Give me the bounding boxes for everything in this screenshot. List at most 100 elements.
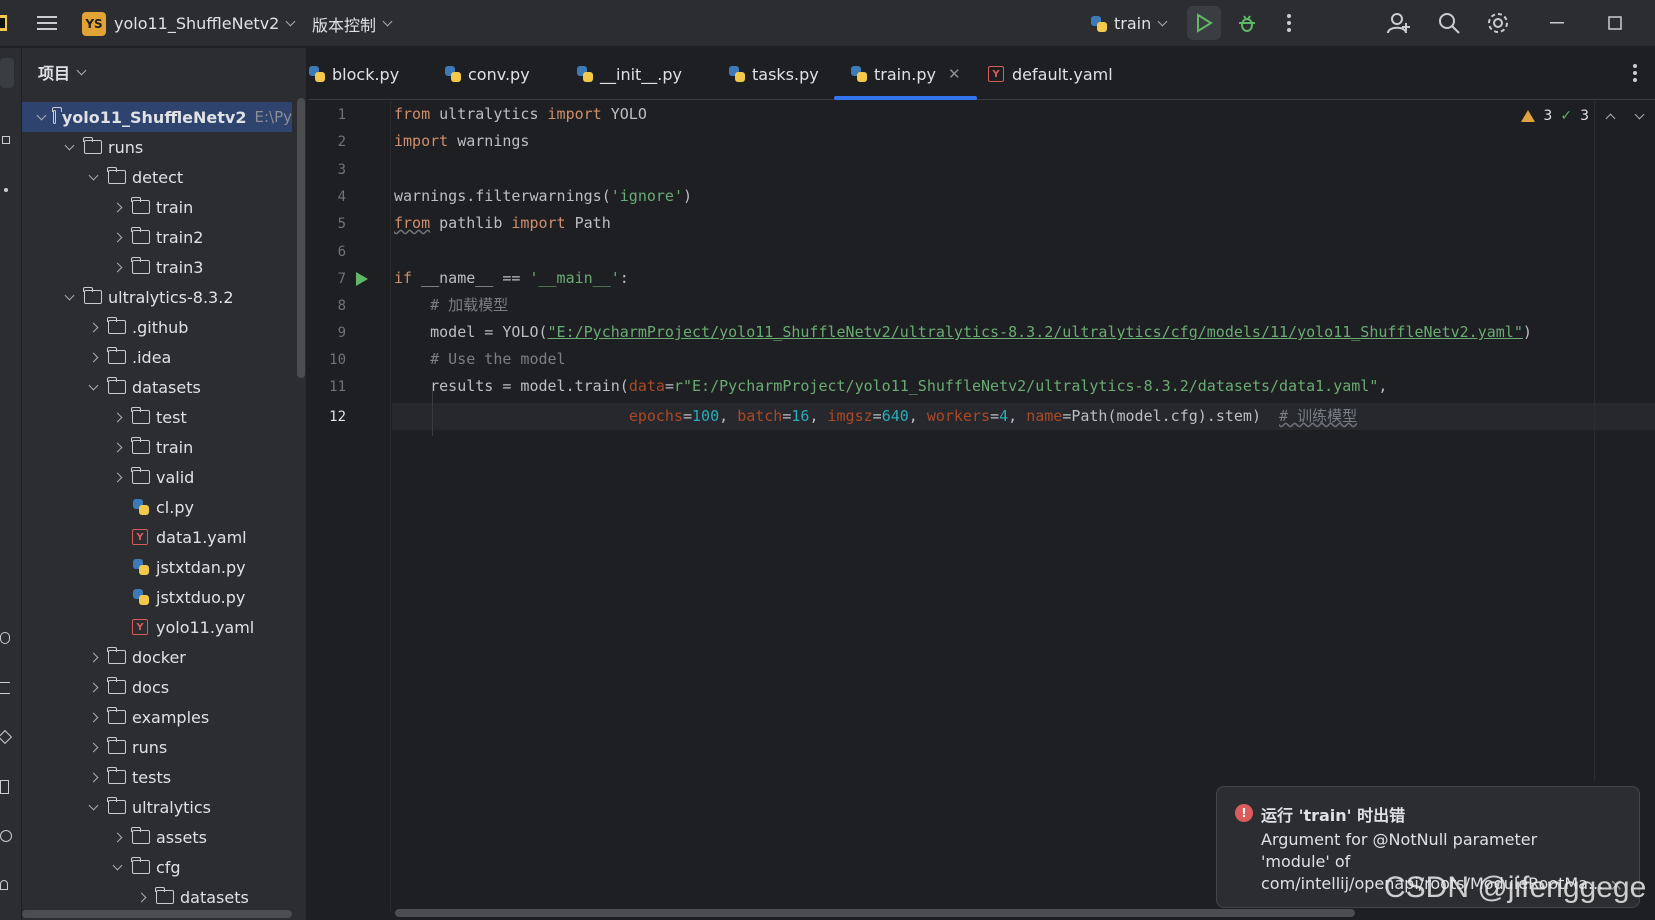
chevron-down-icon[interactable] xyxy=(62,140,76,154)
code-line-8: # 加载模型 xyxy=(394,296,509,314)
tab-block-py[interactable]: block.py xyxy=(308,48,399,100)
folder-icon xyxy=(83,137,102,154)
search-icon[interactable] xyxy=(1432,6,1466,40)
layers-icon[interactable] xyxy=(0,682,10,694)
chevron-right-icon[interactable] xyxy=(110,200,124,214)
tree-item[interactable]: train3 xyxy=(22,252,292,282)
tree-item[interactable]: docs xyxy=(22,672,292,702)
chevron-down-icon[interactable] xyxy=(1634,109,1645,119)
main-menu-icon[interactable] xyxy=(30,6,64,40)
chevron-down-icon[interactable] xyxy=(36,110,47,124)
chevron-right-icon[interactable] xyxy=(86,740,100,754)
chevron-down-icon[interactable] xyxy=(62,290,76,304)
chevron-right-icon[interactable] xyxy=(110,470,124,484)
close-icon[interactable]: ✕ xyxy=(948,65,961,83)
tree-vertical-scrollbar[interactable] xyxy=(297,98,305,378)
tab-options-icon[interactable] xyxy=(1633,64,1637,86)
tree-item[interactable]: ultralytics xyxy=(22,792,292,822)
debug-button[interactable] xyxy=(1230,6,1264,40)
git-icon[interactable] xyxy=(0,880,8,890)
tree-item[interactable]: assets xyxy=(22,822,292,852)
folder-icon xyxy=(131,227,150,244)
tree-item[interactable]: runs xyxy=(22,132,292,162)
tree-item[interactable]: yolo11_ShuffleNetv2 E:\Py xyxy=(22,102,292,132)
tab-conv-py[interactable]: conv.py xyxy=(444,48,530,100)
tree-item[interactable]: train xyxy=(22,432,292,462)
tree-item[interactable]: jstxtdan.py xyxy=(22,552,292,582)
tree-item[interactable]: Ydata1.yaml xyxy=(22,522,292,552)
tree-item[interactable]: .idea xyxy=(22,342,292,372)
yaml-file-icon: Y xyxy=(988,66,1004,82)
vcs-menu[interactable]: 版本控制 xyxy=(312,0,393,47)
run-gutter-icon[interactable] xyxy=(356,272,368,286)
tree-item[interactable]: tests xyxy=(22,762,292,792)
tree-item-label: runs xyxy=(108,137,144,157)
tree-item-label: jstxtdan.py xyxy=(156,557,246,577)
code-line-7: if __name__ == '__main__': xyxy=(394,269,629,287)
tree-item-label: train3 xyxy=(156,257,204,277)
tree-item[interactable]: cl.py xyxy=(22,492,292,522)
chevron-right-icon[interactable] xyxy=(134,890,148,904)
tree-item-label: docker xyxy=(132,647,186,667)
tab--init-py[interactable]: __init__.py xyxy=(576,48,682,100)
chevron-right-icon[interactable] xyxy=(86,680,100,694)
tree-item[interactable]: runs xyxy=(22,732,292,762)
tree-horizontal-scrollbar[interactable] xyxy=(22,910,292,918)
tree-item[interactable]: train xyxy=(22,192,292,222)
tree-item[interactable]: detect xyxy=(22,162,292,192)
tab-label: block.py xyxy=(332,64,400,84)
run-config-selector[interactable]: train xyxy=(1090,0,1168,47)
tab-tasks-py[interactable]: tasks.py xyxy=(728,48,819,100)
inspection-widget[interactable]: 3 ✓ 3 xyxy=(1521,108,1645,124)
services-icon[interactable] xyxy=(0,729,13,745)
tree-item[interactable]: valid xyxy=(22,462,292,492)
project-panel-header[interactable]: 项目 xyxy=(38,60,87,84)
chevron-right-icon[interactable] xyxy=(86,350,100,364)
chevron-up-icon[interactable] xyxy=(1605,113,1616,123)
tree-item[interactable]: datasets xyxy=(22,882,292,912)
maximize-icon[interactable] xyxy=(1598,6,1632,40)
chevron-down-icon[interactable] xyxy=(86,380,100,394)
project-selector[interactable]: YS yolo11_ShuffleNetv2 xyxy=(82,0,296,47)
python-file-icon xyxy=(850,65,868,83)
tree-item[interactable]: docker xyxy=(22,642,292,672)
chevron-right-icon[interactable] xyxy=(86,770,100,784)
add-user-icon[interactable] xyxy=(1382,6,1416,40)
tree-item[interactable]: examples xyxy=(22,702,292,732)
more-tools-icon[interactable] xyxy=(4,188,8,192)
tree-item[interactable]: .github xyxy=(22,312,292,342)
tree-item[interactable]: test xyxy=(22,402,292,432)
minimize-icon[interactable] xyxy=(1540,6,1574,40)
chevron-right-icon[interactable] xyxy=(110,410,124,424)
more-actions-icon[interactable] xyxy=(1272,6,1306,40)
tree-item-label: test xyxy=(156,407,187,427)
tab-train-py[interactable]: train.py ✕ xyxy=(834,48,976,100)
chevron-right-icon[interactable] xyxy=(110,440,124,454)
python-icon xyxy=(1090,15,1108,33)
chevron-right-icon[interactable] xyxy=(86,710,100,724)
chevron-right-icon[interactable] xyxy=(86,650,100,664)
chevron-down-icon[interactable] xyxy=(86,170,100,184)
gear-icon[interactable] xyxy=(1481,6,1515,40)
problems-icon[interactable] xyxy=(0,830,12,842)
tree-item[interactable]: ultralytics-8.3.2 xyxy=(22,282,292,312)
tree-item[interactable]: train2 xyxy=(22,222,292,252)
tab-default-yaml[interactable]: Ydefault.yaml xyxy=(988,48,1113,100)
chevron-down-icon[interactable] xyxy=(86,800,100,814)
chevron-down-icon[interactable] xyxy=(110,860,124,874)
tree-item[interactable]: cfg xyxy=(22,852,292,882)
run-button[interactable] xyxy=(1187,6,1221,40)
editor-horizontal-scrollbar[interactable] xyxy=(395,909,1355,917)
chevron-right-icon[interactable] xyxy=(110,260,124,274)
tree-item[interactable]: jstxtduo.py xyxy=(22,582,292,612)
project-tool-icon[interactable] xyxy=(0,58,14,88)
chevron-right-icon[interactable] xyxy=(86,320,100,334)
terminal-icon[interactable] xyxy=(0,780,9,794)
tree-item[interactable]: Yyolo11.yaml xyxy=(22,612,292,642)
python-packages-icon[interactable] xyxy=(0,632,10,644)
tree-item[interactable]: datasets xyxy=(22,372,292,402)
project-panel-title: 项目 xyxy=(38,64,71,83)
chevron-right-icon[interactable] xyxy=(110,230,124,244)
chevron-right-icon[interactable] xyxy=(110,830,124,844)
structure-tool-icon[interactable] xyxy=(2,136,10,144)
